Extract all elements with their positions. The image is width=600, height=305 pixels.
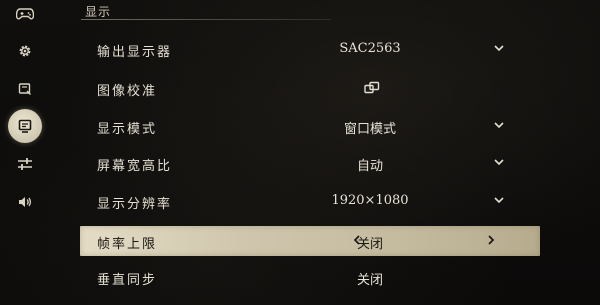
setting-row-output-display[interactable]: 输出显示器 SAC2563 <box>80 34 540 64</box>
chevron-down-icon[interactable] <box>493 194 505 206</box>
setting-value: 窗口模式 <box>343 122 396 137</box>
speaker-icon <box>19 197 32 207</box>
setting-label: 显示分辨率 <box>97 197 173 212</box>
setting-row-display-mode[interactable]: 显示模式 窗口模式 <box>80 111 540 141</box>
chevron-down-icon[interactable] <box>493 156 505 168</box>
controller-tab[interactable] <box>8 0 42 31</box>
setting-value: 关闭 <box>356 237 383 252</box>
setting-row-aspect-ratio[interactable]: 屏幕宽高比 自动 <box>80 148 540 178</box>
setting-label: 输出显示器 <box>97 45 173 60</box>
gear-icon <box>19 45 31 57</box>
general-tab[interactable] <box>8 34 42 68</box>
sliders-icon <box>18 158 32 170</box>
setting-value: 自动 <box>356 159 383 174</box>
setting-label: 垂直同步 <box>97 273 158 288</box>
setting-label: 屏幕宽高比 <box>97 159 173 174</box>
setting-label: 图像校准 <box>97 84 158 99</box>
setting-row-vsync[interactable]: 垂直同步 关闭 <box>80 262 540 292</box>
display-tab[interactable] <box>8 109 42 143</box>
setting-label: 显示模式 <box>97 122 158 137</box>
settings-sidebar <box>0 0 52 305</box>
setting-row-calibration[interactable]: 图像校准 <box>80 73 540 103</box>
hud-icon <box>18 83 31 95</box>
setting-row-frame-rate-limit[interactable]: 帧率上限 关闭 <box>80 226 540 256</box>
setting-row-resolution[interactable]: 显示分辨率 1920×1080 <box>80 186 540 216</box>
setting-value: SAC2563 <box>339 41 401 56</box>
setting-value: 关闭 <box>356 273 383 288</box>
section-divider <box>81 19 331 20</box>
audio-tab[interactable] <box>8 185 42 219</box>
chevron-down-icon[interactable] <box>493 42 505 54</box>
chevron-right-icon[interactable] <box>486 234 496 246</box>
advanced-tab[interactable] <box>8 147 42 181</box>
setting-label: 帧率上限 <box>97 237 158 252</box>
chevron-down-icon[interactable] <box>493 119 505 131</box>
controller-icon <box>16 8 34 20</box>
setting-value: 1920×1080 <box>331 193 409 208</box>
hud-tab[interactable] <box>8 72 42 106</box>
display-icon <box>18 119 32 133</box>
section-title: 显示 <box>85 5 112 19</box>
open-window-icon[interactable] <box>364 81 380 95</box>
